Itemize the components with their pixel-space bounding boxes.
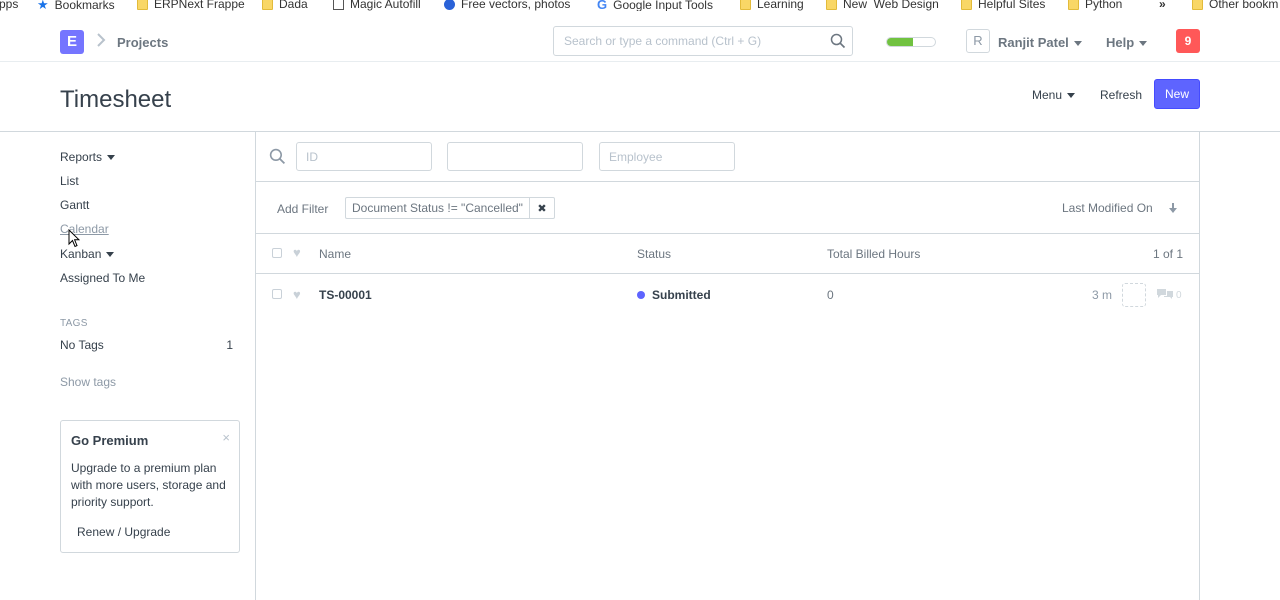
column-total-billed-hours: Total Billed Hours bbox=[827, 247, 921, 261]
list-count: 1 of 1 bbox=[1153, 247, 1184, 261]
notification-badge[interactable]: 9 bbox=[1176, 29, 1200, 53]
sort-descending-icon[interactable] bbox=[1168, 202, 1178, 217]
list-header: ♥ Name Status Total Billed Hours 1 of 1 bbox=[256, 234, 1199, 274]
caret-down-icon bbox=[1073, 41, 1082, 47]
avatar[interactable]: R bbox=[966, 29, 990, 53]
sidebar-item-reports[interactable]: Reports bbox=[60, 150, 116, 164]
status-indicator: Submitted bbox=[637, 288, 711, 302]
id-filter-input[interactable] bbox=[296, 142, 432, 171]
column-name: Name bbox=[319, 247, 352, 261]
sidebar-item-no-tags[interactable]: No Tags 1 bbox=[60, 338, 233, 352]
heart-icon[interactable]: ♥ bbox=[293, 245, 301, 260]
assign-avatar[interactable] bbox=[1122, 283, 1146, 307]
star-icon: ★ bbox=[37, 0, 49, 11]
mouse-cursor-icon bbox=[68, 228, 81, 251]
caret-down-icon bbox=[106, 252, 115, 258]
bookmark-free-vectors[interactable]: Free vectors, photos bbox=[444, 0, 570, 11]
bookmark-learning[interactable]: Learning bbox=[740, 0, 804, 11]
menu-label: Menu bbox=[1032, 88, 1063, 102]
renew-upgrade-button[interactable]: Renew / Upgrade bbox=[77, 525, 170, 539]
filter-tag-label[interactable]: Document Status != "Cancelled" bbox=[346, 198, 530, 218]
bookmark-google-input-tools[interactable]: G Google Input Tools bbox=[597, 0, 713, 11]
app-logo[interactable]: E bbox=[60, 30, 84, 54]
column-status: Status bbox=[637, 247, 672, 261]
standard-filters bbox=[256, 132, 1199, 182]
page-title: Timesheet bbox=[60, 86, 172, 113]
bookmark-python[interactable]: Python bbox=[1068, 0, 1122, 11]
user-dropdown[interactable]: Ranjit Patel bbox=[998, 35, 1082, 50]
help-label: Help bbox=[1106, 35, 1135, 50]
folder-icon bbox=[137, 0, 148, 10]
tags-heading: TAGS bbox=[60, 318, 88, 329]
folder-icon bbox=[262, 0, 273, 10]
modified-time: 3 m bbox=[1092, 288, 1113, 302]
user-name: Ranjit Patel bbox=[998, 35, 1069, 50]
freepik-icon bbox=[444, 0, 455, 10]
go-premium-card: Go Premium × Upgrade to a premium plan w… bbox=[60, 420, 240, 553]
search-input[interactable] bbox=[554, 27, 814, 55]
premium-title: Go Premium bbox=[71, 433, 149, 448]
bookmark-other[interactable]: Other bookm bbox=[1192, 0, 1278, 11]
folder-icon bbox=[826, 0, 837, 10]
search-icon bbox=[269, 148, 286, 168]
bookmark-dada[interactable]: Dada bbox=[262, 0, 308, 11]
page-icon bbox=[333, 0, 344, 10]
help-dropdown[interactable]: Help bbox=[1106, 35, 1148, 50]
row-checkbox[interactable] bbox=[272, 289, 282, 299]
setup-progress-bar[interactable] bbox=[886, 37, 936, 47]
list-view: Add Filter Document Status != "Cancelled… bbox=[255, 132, 1200, 600]
status-text: Submitted bbox=[652, 288, 711, 302]
awesome-bar bbox=[553, 26, 853, 56]
sidebar-item-gantt[interactable]: Gantt bbox=[60, 198, 89, 212]
bookmark-apps[interactable]: pps bbox=[0, 0, 18, 11]
sort-selector[interactable]: Last Modified On bbox=[1062, 201, 1153, 215]
bookmark-new-web-design[interactable]: New Web Design bbox=[826, 0, 939, 11]
comment-icon bbox=[1156, 288, 1174, 303]
bookmarks-overflow-button[interactable]: » bbox=[1159, 0, 1166, 11]
bookmark-bookmarks[interactable]: ★ Bookmarks bbox=[37, 0, 115, 11]
menu-button[interactable]: Menu bbox=[1024, 80, 1083, 110]
page-head: Timesheet Menu Refresh New bbox=[0, 62, 1280, 132]
list-row[interactable]: ♥ TS-00001 Submitted 0 3 m 0 bbox=[256, 274, 1199, 316]
employee-filter-input[interactable] bbox=[599, 142, 735, 171]
premium-text: Upgrade to a premium plan with more user… bbox=[71, 461, 226, 509]
row-name[interactable]: TS-00001 bbox=[319, 288, 372, 302]
sidebar-item-assigned-to-me[interactable]: Assigned To Me bbox=[60, 271, 145, 285]
google-icon: G bbox=[597, 0, 608, 11]
progress-fill bbox=[887, 38, 914, 46]
heart-icon[interactable]: ♥ bbox=[293, 287, 301, 302]
filter-tag[interactable]: Document Status != "Cancelled" ✖ bbox=[345, 197, 555, 219]
refresh-button[interactable]: Refresh bbox=[1092, 80, 1150, 110]
add-filter-button[interactable]: Add Filter bbox=[277, 202, 328, 216]
row-hours: 0 bbox=[827, 288, 834, 302]
bookmark-erpnext[interactable]: ERPNext Frappe bbox=[137, 0, 245, 11]
folder-icon bbox=[1068, 0, 1079, 10]
select-all-checkbox[interactable] bbox=[272, 248, 282, 258]
folder-icon bbox=[740, 0, 751, 10]
close-icon[interactable]: × bbox=[222, 430, 230, 445]
search-icon[interactable] bbox=[830, 33, 846, 52]
filter-area: Add Filter Document Status != "Cancelled… bbox=[256, 182, 1199, 234]
folder-icon bbox=[1192, 0, 1203, 10]
folder-icon bbox=[961, 0, 972, 10]
tag-count: 1 bbox=[226, 338, 233, 352]
breadcrumb-projects[interactable]: Projects bbox=[117, 35, 168, 50]
show-tags-link[interactable]: Show tags bbox=[60, 375, 116, 389]
caret-down-icon bbox=[1139, 41, 1148, 47]
comment-count[interactable]: 0 bbox=[1156, 288, 1182, 303]
bookmark-helpful-sites[interactable]: Helpful Sites bbox=[961, 0, 1045, 11]
caret-down-icon bbox=[107, 155, 116, 161]
new-button[interactable]: New bbox=[1154, 79, 1200, 109]
bookmarks-bar: pps ★ Bookmarks ERPNext Frappe Dada Magic… bbox=[0, 0, 1280, 11]
chevron-right-icon bbox=[96, 32, 106, 53]
filter-input[interactable] bbox=[447, 142, 583, 171]
sidebar-item-list[interactable]: List bbox=[60, 174, 79, 188]
caret-down-icon bbox=[1067, 93, 1076, 99]
remove-filter-icon[interactable]: ✖ bbox=[530, 202, 554, 215]
status-dot bbox=[637, 291, 645, 299]
bookmark-magic-autofill[interactable]: Magic Autofill bbox=[333, 0, 421, 11]
navbar: E Projects R Ranjit Patel Help 9 bbox=[0, 22, 1280, 62]
